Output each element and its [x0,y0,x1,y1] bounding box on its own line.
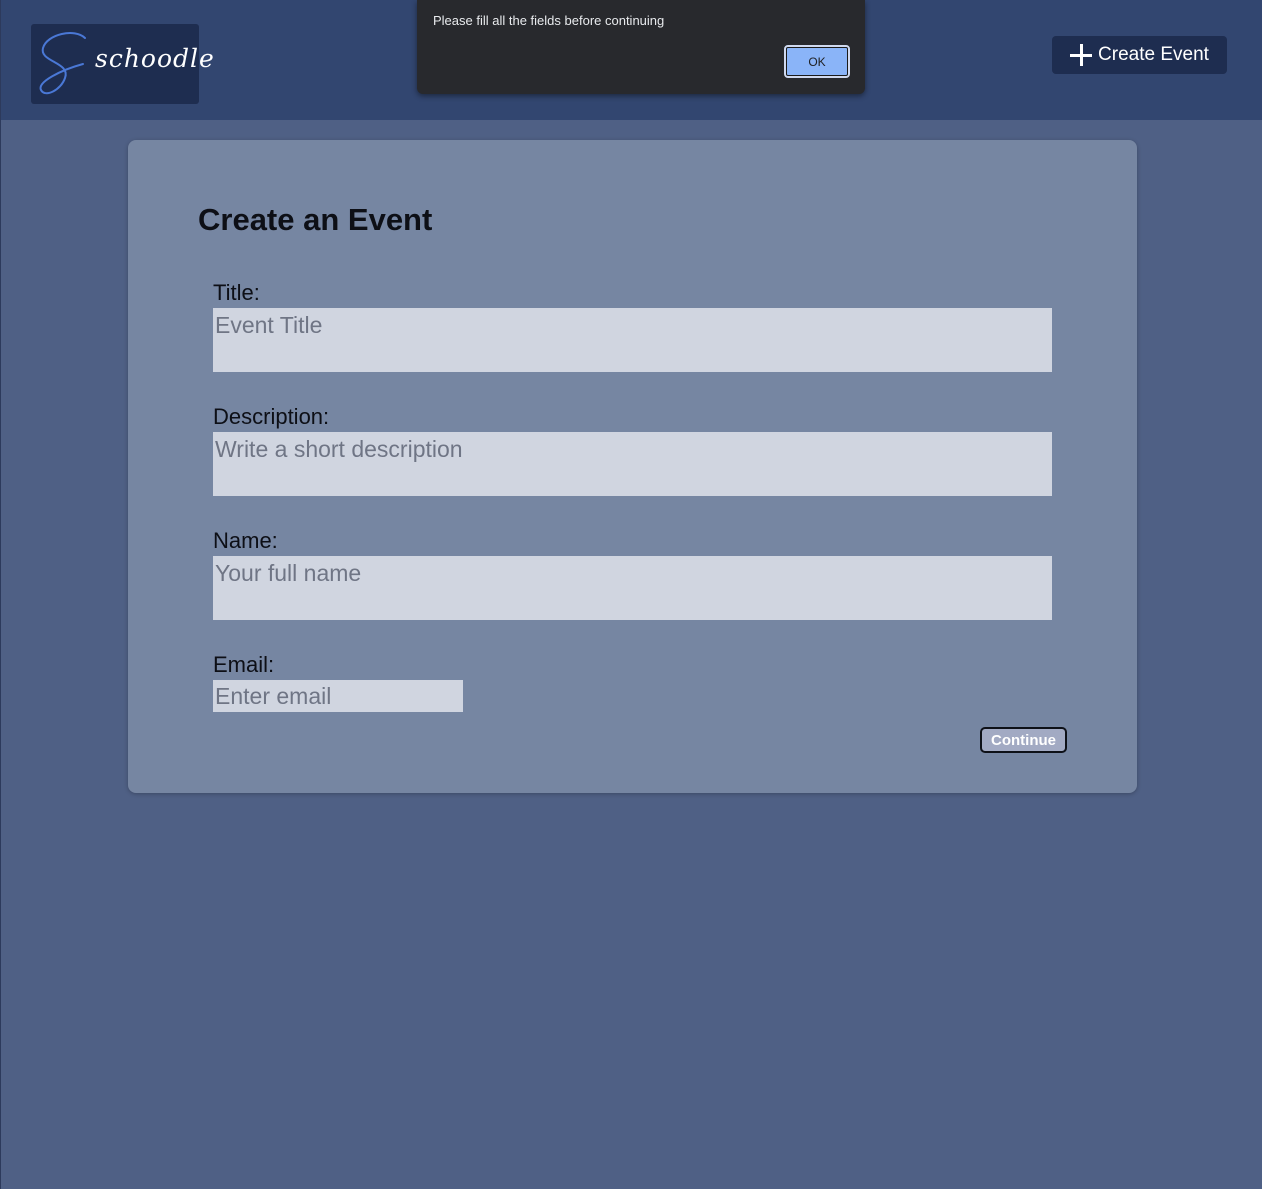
ok-button[interactable]: OK [784,45,850,78]
alert-message: Please fill all the fields before contin… [433,13,665,28]
schoodle-logo[interactable]: schoodle [31,24,214,104]
title-input[interactable] [213,308,1052,372]
title-label: Title: [213,280,260,305]
description-label: Description: [213,404,330,429]
name-input[interactable] [213,556,1052,620]
create-event-label: Create Event [1098,44,1209,65]
name-label: Name: [213,528,278,553]
create-event-form: Create an Event Title: Description: Name… [128,140,1137,793]
continue-button[interactable]: Continue [980,727,1067,753]
email-label: Email: [213,652,275,677]
form-title: Create an Event [198,202,433,237]
logo-wordmark: schoodle [95,44,215,73]
alert-dialog: Please fill all the fields before contin… [417,0,865,94]
create-event-button[interactable]: Create Event [1052,36,1227,74]
description-input[interactable] [213,432,1052,496]
email-input[interactable] [213,680,463,712]
plus-icon [1070,44,1093,66]
